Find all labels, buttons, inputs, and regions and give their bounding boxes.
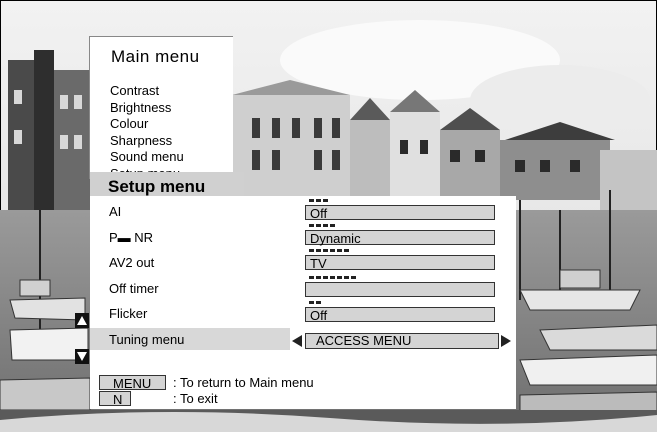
setup-row-flicker-label[interactable]: Flicker: [109, 306, 147, 321]
option-indicator-dots: [309, 276, 356, 279]
setup-row-pnr-value[interactable]: Dynamic: [305, 230, 495, 246]
help-panel: MENU : To return to Main menu N : To exi…: [90, 369, 516, 409]
exit-key-description: : To exit: [173, 391, 218, 406]
menu-key-description: : To return to Main menu: [173, 375, 314, 390]
option-indicator-dots: [309, 301, 321, 304]
main-menu-list: Contrast Brightness Colour Sharpness Sou…: [110, 83, 184, 179]
menu-key-badge: MENU: [99, 375, 166, 391]
down-triangle-icon[interactable]: [75, 349, 89, 364]
main-menu-title: Main menu: [111, 47, 200, 66]
main-menu-item-contrast[interactable]: Contrast: [110, 83, 184, 100]
main-menu-item-colour[interactable]: Colour: [110, 116, 184, 133]
left-triangle-icon[interactable]: [292, 335, 302, 347]
setup-menu-title: Setup menu: [108, 177, 206, 196]
setup-row-av2-out-label[interactable]: AV2 out: [109, 255, 154, 270]
up-triangle-icon[interactable]: [75, 313, 89, 328]
setup-menu-panel: AI Off P▬ NR Dynamic AV2 out TV Off time…: [90, 196, 516, 369]
setup-row-av2-out-value[interactable]: TV: [305, 255, 495, 271]
setup-row-ai-value[interactable]: Off: [305, 205, 495, 221]
access-menu-value[interactable]: ACCESS MENU: [305, 333, 499, 349]
main-menu-item-sound-menu[interactable]: Sound menu: [110, 149, 184, 166]
option-indicator-dots: [309, 224, 335, 227]
setup-row-off-timer-value[interactable]: [305, 282, 495, 297]
option-indicator-dots: [309, 249, 349, 252]
main-menu-item-brightness[interactable]: Brightness: [110, 100, 184, 117]
main-menu-panel: Main menu Contrast Brightness Colour Sha…: [89, 36, 233, 179]
setup-row-off-timer-label[interactable]: Off timer: [109, 281, 159, 296]
exit-key-badge: N: [99, 391, 131, 407]
setup-row-pnr-label[interactable]: P▬ NR: [109, 230, 153, 245]
tv-screen: Main menu Contrast Brightness Colour Sha…: [0, 0, 657, 432]
right-triangle-icon[interactable]: [501, 335, 511, 347]
setup-row-flicker-value[interactable]: Off: [305, 307, 495, 323]
setup-row-ai-label[interactable]: AI: [109, 204, 121, 219]
main-menu-item-sharpness[interactable]: Sharpness: [110, 133, 184, 150]
option-indicator-dots: [309, 199, 328, 202]
setup-row-tuning-label[interactable]: Tuning menu: [109, 332, 184, 347]
